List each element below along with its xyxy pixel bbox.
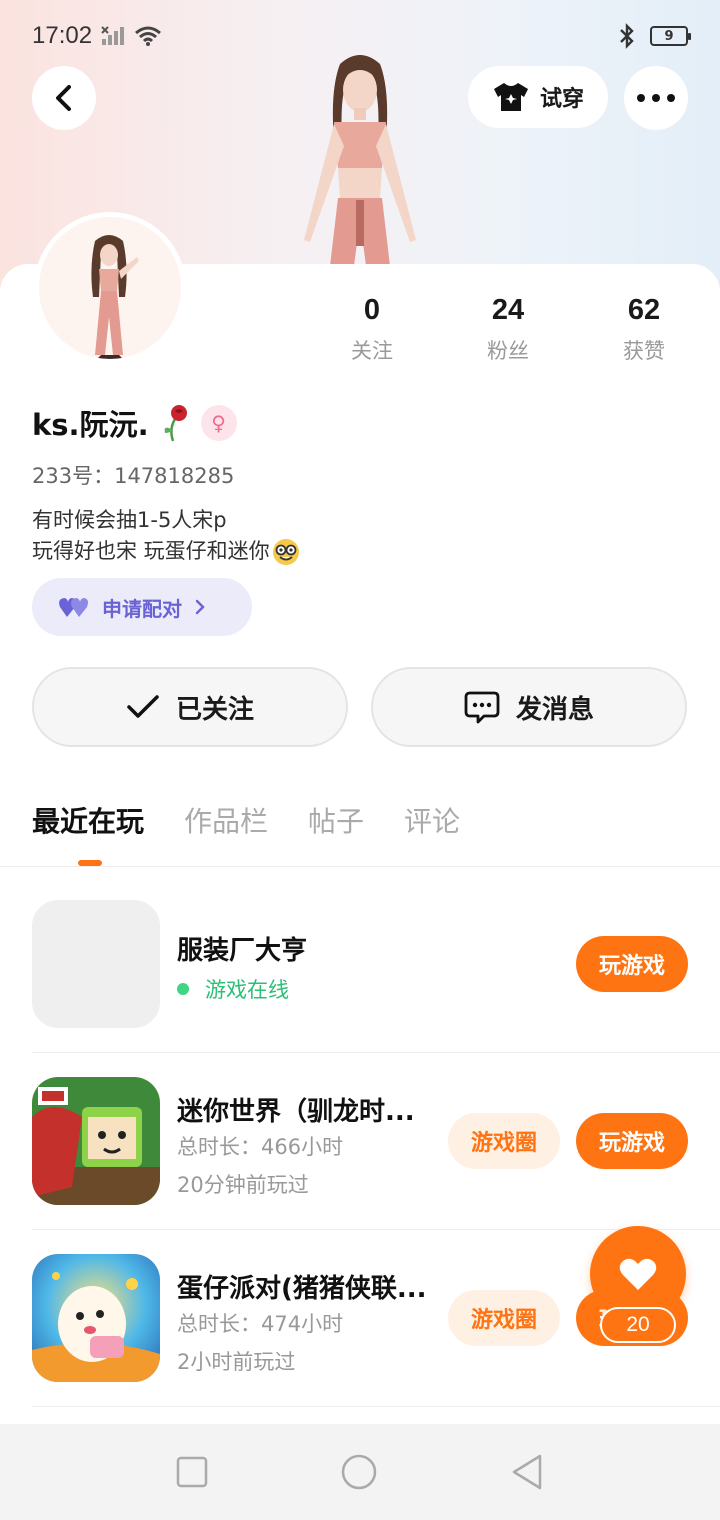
stat-value: 24 [491, 294, 525, 326]
tshirt-icon [493, 83, 528, 111]
bio-line: 玩得好也宋 玩蛋仔和迷你 [32, 539, 270, 563]
game-icon-placeholder [32, 900, 160, 1028]
game-list-item[interactable]: 迷你世界（驯龙时... 总时长：466小时 20分钟前玩过 游戏圈 玩游戏 [32, 1077, 720, 1253]
bio: 有时候会抽1-5人宋p 玩得好也宋 玩蛋仔和迷你 [32, 505, 300, 567]
nerd-face-emoji-icon [272, 538, 299, 565]
avatar-image [39, 217, 181, 359]
mini-world-game-icon [32, 1077, 160, 1205]
signal-icon [101, 26, 125, 45]
game-circle-button[interactable]: 游戏圈 [448, 1113, 560, 1169]
tab-comments[interactable]: 评论 [404, 800, 460, 840]
game-list-item[interactable]: 服装厂大亨 游戏在线 玩游戏 [32, 900, 720, 1076]
row-divider [32, 1052, 720, 1053]
battery-icon: 9 [650, 26, 691, 46]
bluetooth-icon [620, 23, 634, 49]
message-label: 发消息 [515, 694, 594, 725]
tab-works[interactable]: 作品栏 [184, 800, 268, 840]
stat-likes[interactable]: 62 获赞 [576, 294, 712, 365]
row-divider [32, 1406, 720, 1407]
bio-line: 有时候会抽1-5人宋p [32, 508, 227, 532]
system-nav-bar [0, 1424, 720, 1520]
chevron-right-icon [195, 599, 205, 615]
game-last-played: 2小时前玩过 [177, 1350, 296, 1374]
username: ks.阮沅. [32, 408, 149, 442]
apply-pair-button[interactable]: 申请配对 [32, 578, 252, 636]
online-label: 游戏在线 [205, 978, 289, 1002]
heart-icon [619, 1258, 657, 1290]
game-title: 迷你世界（驯龙时... [177, 1097, 415, 1127]
chevron-left-icon [56, 85, 71, 111]
like-count-badge: 20 [600, 1307, 676, 1343]
tryon-label: 试穿 [539, 87, 584, 112]
wifi-icon [135, 26, 162, 46]
rose-icon [164, 405, 187, 442]
game-total-duration: 总时长：474小时 [177, 1312, 344, 1336]
home-circle-icon[interactable] [340, 1453, 378, 1491]
status-time: 17:02 [32, 22, 93, 49]
gender-female-badge: ♀ [200, 405, 237, 441]
user-id[interactable]: 233号：147818285 [32, 460, 234, 490]
content-tabs: 最近在玩 作品栏 帖子 评论 [32, 800, 460, 840]
chat-bubble-icon [464, 691, 500, 724]
stat-label: 关注 [351, 339, 393, 363]
play-game-button[interactable]: 玩游戏 [576, 936, 688, 992]
followed-button[interactable]: 已关注 [32, 667, 348, 747]
game-total-duration: 总时长：466小时 [177, 1135, 344, 1159]
more-button[interactable] [624, 66, 688, 130]
stat-value: 62 [627, 294, 661, 326]
play-game-button[interactable]: 玩游戏 [576, 1113, 688, 1169]
back-button[interactable] [32, 66, 96, 130]
stat-fans[interactable]: 24 粉丝 [440, 294, 576, 365]
game-online-status: 游戏在线 [177, 974, 289, 1004]
online-dot-icon [177, 983, 189, 995]
game-last-played: 20分钟前玩过 [177, 1173, 309, 1197]
stat-label: 获赞 [623, 339, 665, 363]
profile-avatar[interactable] [34, 212, 186, 364]
stat-label: 粉丝 [487, 339, 529, 363]
back-triangle-icon[interactable] [510, 1453, 544, 1491]
hearts-icon [59, 598, 88, 617]
send-message-button[interactable]: 发消息 [371, 667, 687, 747]
tab-divider [0, 866, 720, 867]
tab-recently-played[interactable]: 最近在玩 [32, 800, 144, 840]
more-dots-icon [637, 94, 675, 102]
game-title: 服装厂大亨 [177, 936, 308, 966]
checkmark-icon [127, 695, 159, 718]
stat-following[interactable]: 0 关注 [304, 294, 440, 365]
recent-apps-square-icon[interactable] [176, 1456, 208, 1488]
profile-stats: 0 关注 24 粉丝 62 获赞 [304, 294, 712, 365]
tryon-button[interactable]: 试穿 [468, 66, 608, 128]
username-row: ks.阮沅. ♀ [32, 402, 237, 444]
tab-posts[interactable]: 帖子 [308, 800, 364, 840]
game-title: 蛋仔派对(猪猪侠联... [177, 1274, 427, 1304]
game-circle-button[interactable]: 游戏圈 [448, 1290, 560, 1346]
avatar-3d-figure[interactable] [282, 50, 438, 266]
stat-value: 0 [363, 294, 381, 326]
followed-label: 已关注 [175, 694, 254, 725]
eggy-party-game-icon [32, 1254, 160, 1382]
pair-label: 申请配对 [102, 596, 182, 621]
